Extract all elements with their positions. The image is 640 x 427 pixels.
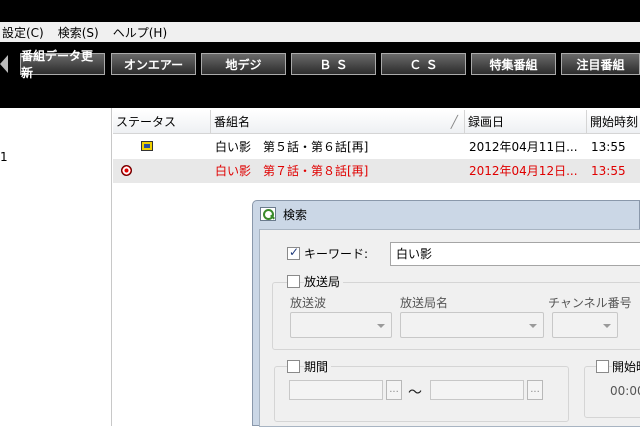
period-checkbox[interactable]: [287, 360, 300, 373]
keyword-label: キーワード:: [304, 247, 369, 261]
status-cell: [113, 135, 211, 159]
station-label: 放送局: [304, 273, 344, 290]
start-time-value[interactable]: 00:00: [610, 384, 640, 398]
chevron-down-icon: [377, 324, 385, 328]
period-start-input[interactable]: [289, 380, 383, 400]
record-icon: [121, 165, 132, 176]
dialog-body: キーワード: 白い影 放送局 放送波 放送局名 チャンネル番号 期間 ... ～…: [259, 229, 640, 427]
list-header: ステータス 番組名 ╱ 録画日 開始時刻: [113, 110, 640, 134]
menu-bar: 設定(C) 検索(S) ヘルプ(H): [0, 22, 640, 42]
chevron-down-icon: [529, 324, 537, 328]
window-title-bar: [0, 0, 640, 22]
dialog-title-bar[interactable]: 検索: [253, 201, 640, 227]
period-end-input[interactable]: [430, 380, 524, 400]
bs-button[interactable]: Ｂ Ｓ: [291, 53, 376, 75]
title-cell: 白い影 第５話・第６話[再]: [215, 140, 369, 154]
keyword-checkbox[interactable]: [287, 245, 300, 260]
tv-icon: [141, 141, 153, 151]
cs-button[interactable]: Ｃ Ｓ: [381, 53, 466, 75]
start-time-label: 開始時: [612, 358, 640, 375]
column-title-label: 番組名: [214, 115, 251, 129]
menu-settings[interactable]: 設定(C): [2, 24, 44, 41]
search-icon: [260, 207, 276, 221]
title-cell: 白い影 第７話・第８話[再]: [215, 164, 369, 178]
dialog-title: 検索: [283, 208, 308, 222]
update-program-data-button[interactable]: 番組データ更新: [20, 49, 105, 80]
station-name-label: 放送局名: [400, 296, 449, 310]
table-row[interactable]: 白い影 第５話・第６話[再] 2012年04月11日... 13:55: [113, 135, 640, 159]
period-label: 期間: [304, 358, 332, 375]
left-pane: 1: [0, 108, 112, 426]
station-checkbox[interactable]: [287, 275, 300, 288]
terrestrial-digital-button[interactable]: 地デジ: [201, 53, 286, 75]
featured-programs-button[interactable]: 注目番組: [561, 53, 640, 75]
keyword-input[interactable]: 白い影: [390, 242, 640, 266]
status-cell: [113, 159, 211, 183]
column-status[interactable]: ステータス: [113, 110, 211, 134]
column-title[interactable]: 番組名 ╱: [211, 110, 465, 134]
time-cell: 13:55: [591, 164, 626, 178]
left-pane-marker: 1: [0, 150, 8, 164]
period-start-picker-button[interactable]: ...: [386, 380, 402, 400]
channel-number-select[interactable]: [552, 312, 618, 338]
column-start-time[interactable]: 開始時刻: [587, 110, 640, 134]
wave-select[interactable]: [290, 312, 392, 338]
search-dialog: 検索 キーワード: 白い影 放送局 放送波 放送局名 チャンネル番号 期間 ..…: [252, 200, 640, 427]
sort-indicator-icon: ╱: [450, 115, 458, 129]
date-cell: 2012年04月11日...: [469, 140, 578, 154]
wave-label: 放送波: [290, 296, 327, 310]
on-air-button[interactable]: オンエアー: [111, 53, 196, 75]
period-range-separator: ～: [408, 385, 422, 401]
table-row[interactable]: 白い影 第７話・第８話[再] 2012年04月12日... 13:55: [113, 159, 640, 183]
column-recorded-date[interactable]: 録画日: [465, 110, 587, 134]
channel-number-label: チャンネル番号: [548, 296, 632, 310]
chevron-down-icon: [603, 324, 611, 328]
station-name-select[interactable]: [400, 312, 544, 338]
menu-search[interactable]: 検索(S): [58, 24, 99, 41]
date-cell: 2012年04月12日...: [469, 164, 578, 178]
menu-help[interactable]: ヘルプ(H): [113, 24, 167, 41]
period-end-picker-button[interactable]: ...: [527, 380, 543, 400]
time-cell: 13:55: [591, 140, 626, 154]
toolbar-scroll-left-icon[interactable]: [0, 55, 8, 73]
special-programs-button[interactable]: 特集番組: [471, 53, 556, 75]
start-time-checkbox[interactable]: [596, 360, 609, 373]
